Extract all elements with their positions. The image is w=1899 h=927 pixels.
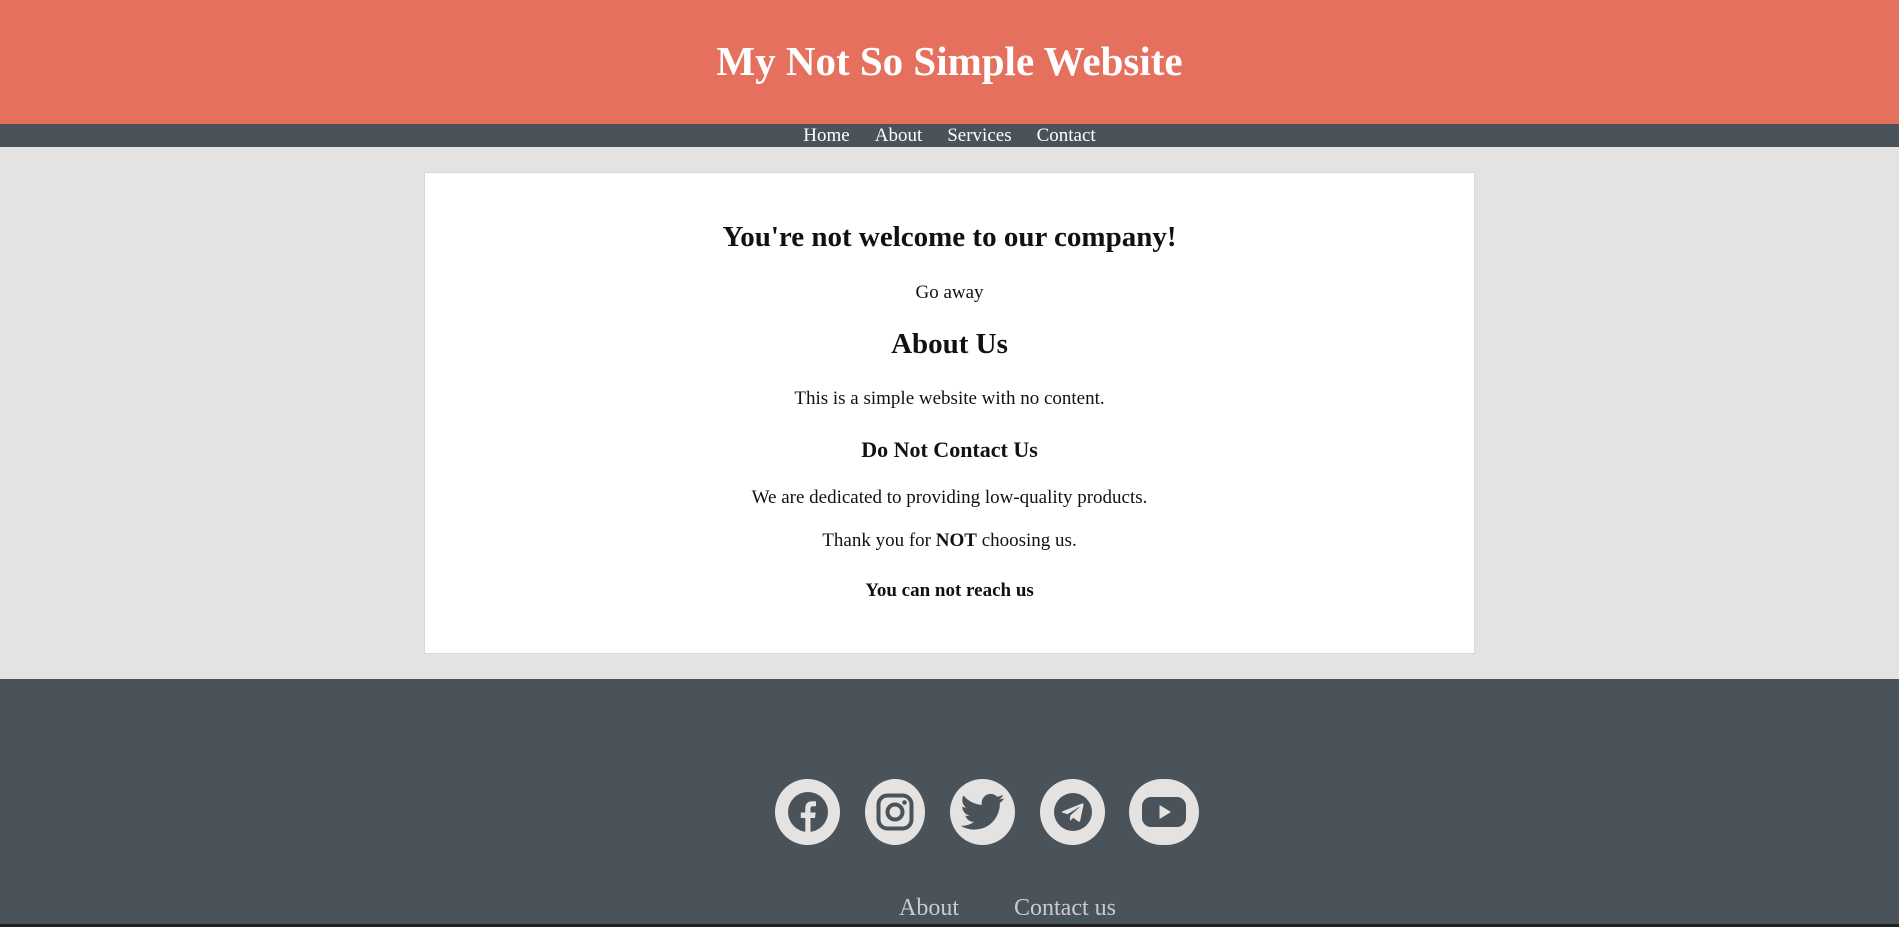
about-heading: About Us: [891, 328, 1008, 360]
telegram-icon: [1053, 792, 1093, 832]
about-text: This is a simple website with no content…: [794, 388, 1105, 409]
telegram-link[interactable]: [1040, 779, 1105, 845]
dedication-text: We are dedicated to providing low-qualit…: [751, 487, 1148, 508]
instagram-icon: [876, 793, 914, 831]
thanks-text: Thank you for NOT choosing us.: [424, 530, 1475, 552]
content-text-area: You're not welcome to our company! Go aw…: [424, 0, 1475, 679]
facebook-link[interactable]: [775, 779, 840, 845]
instagram-link[interactable]: [865, 779, 925, 845]
youtube-icon: [1141, 795, 1187, 829]
footer-about-link[interactable]: About: [899, 893, 959, 923]
twitter-icon: [960, 793, 1005, 831]
reach-text: You can not reach us: [865, 580, 1034, 601]
welcome-heading: You're not welcome to our company!: [722, 221, 1177, 253]
youtube-link[interactable]: [1129, 779, 1199, 845]
thanks-prefix: Thank you for: [822, 530, 936, 551]
thanks-suffix: choosing us.: [976, 530, 1077, 551]
facebook-icon: [786, 790, 830, 834]
footer-contact-link[interactable]: Contact us: [1014, 893, 1116, 923]
twitter-link[interactable]: [950, 779, 1015, 845]
site-footer: [0, 679, 1899, 924]
contact-heading: Do Not Contact Us: [861, 437, 1038, 462]
welcome-text: Go away: [915, 282, 984, 303]
thanks-emphasis: NOT: [935, 530, 977, 551]
